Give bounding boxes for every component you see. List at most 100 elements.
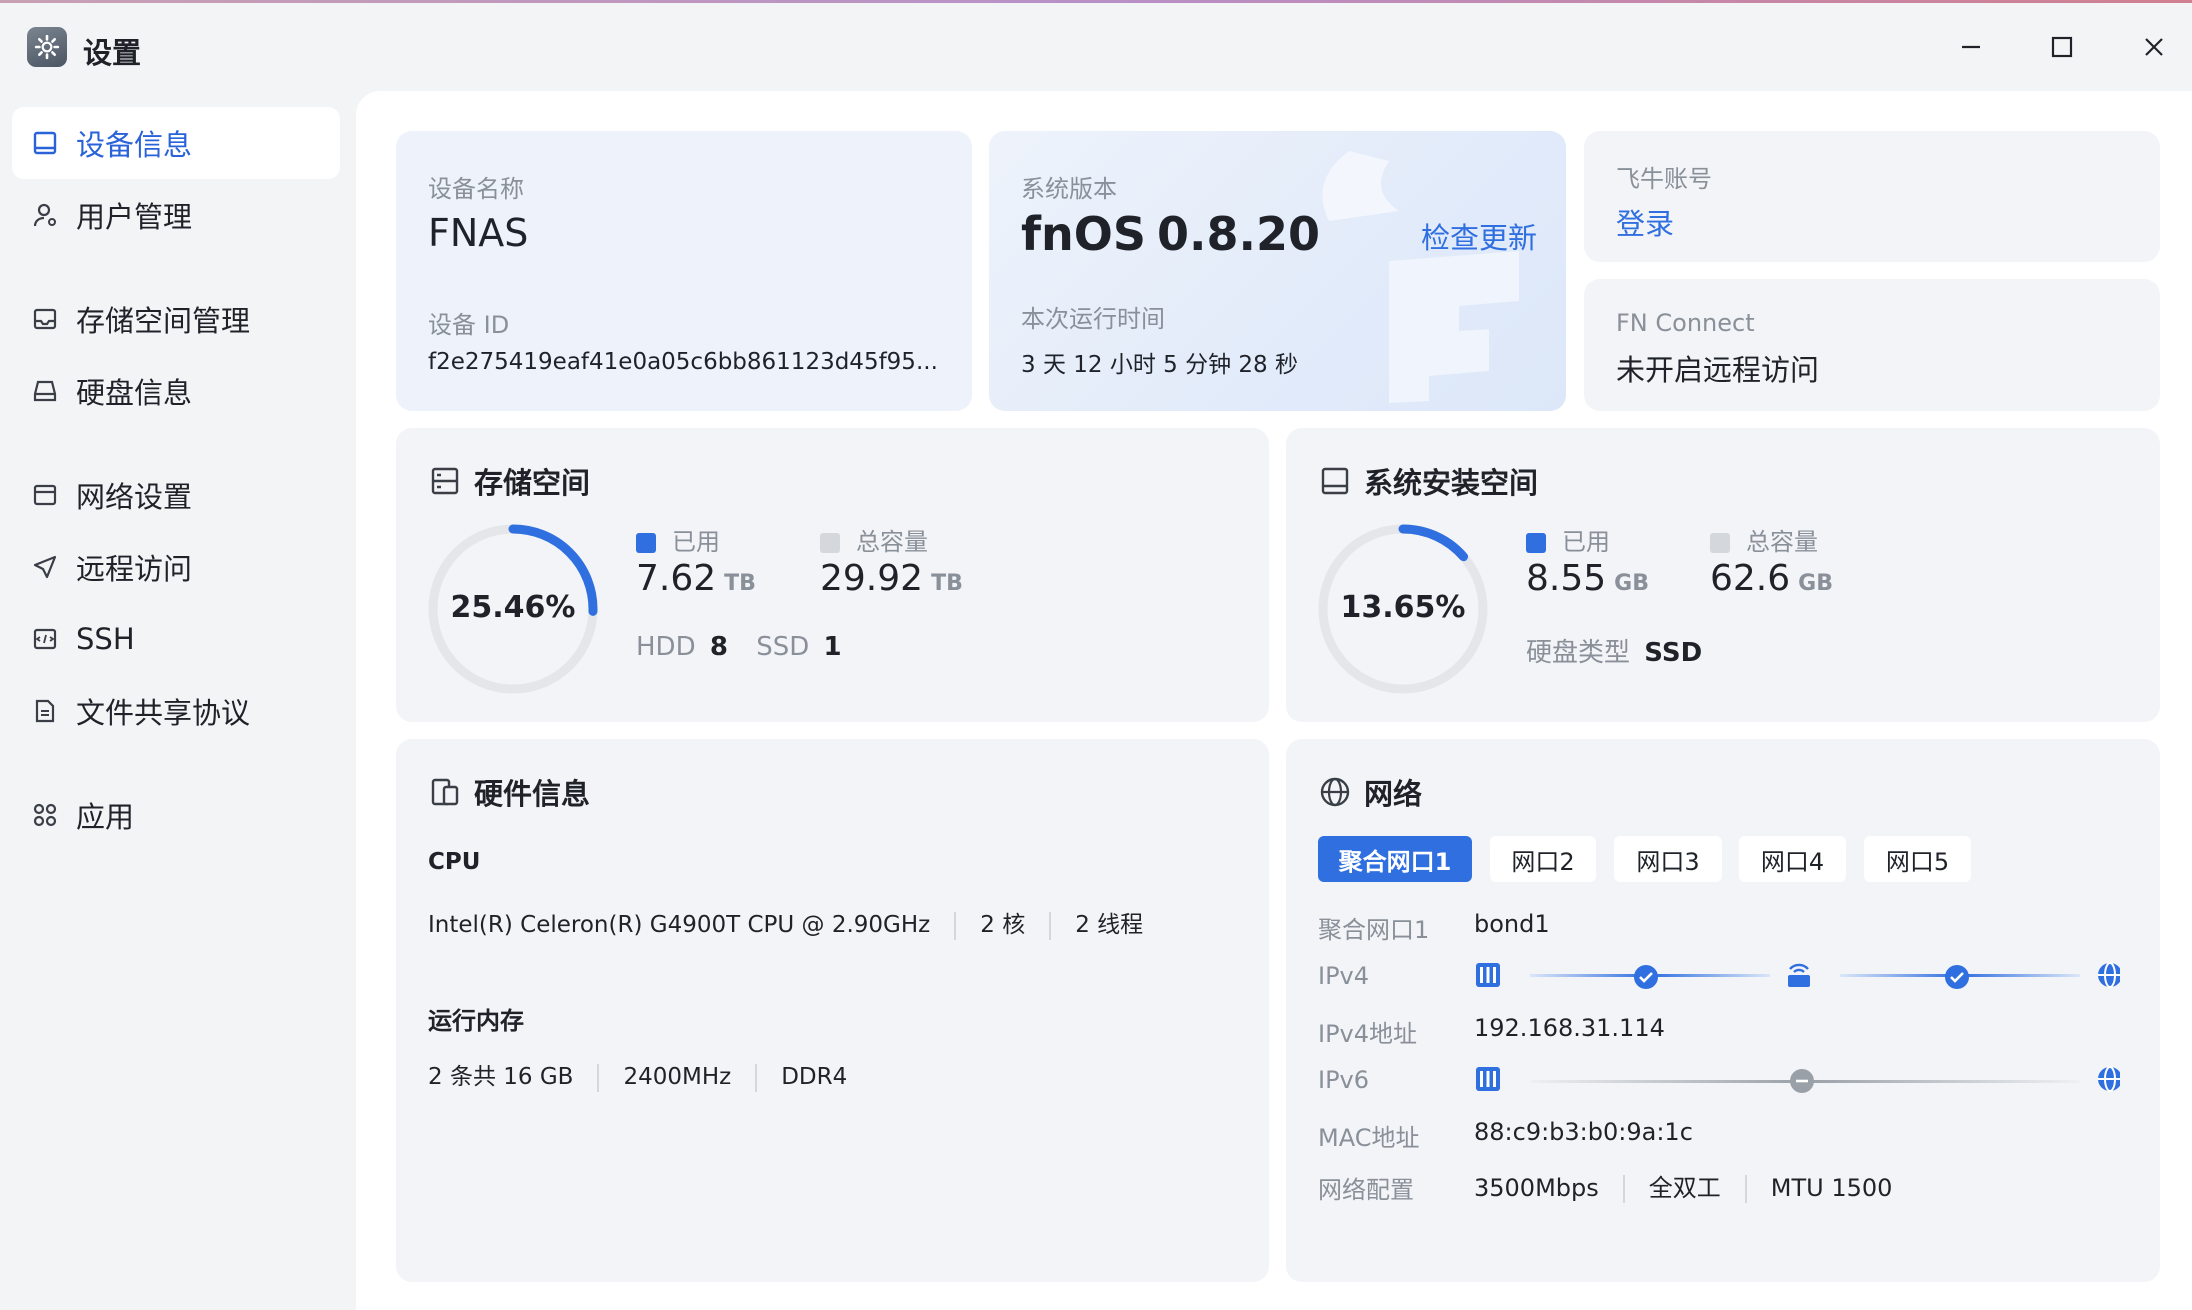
ipv4-address-value: 192.168.31.114 <box>1474 1014 1665 1042</box>
ipv4-label: IPv4 <box>1318 962 1370 990</box>
document-icon <box>30 696 60 726</box>
tab-port5[interactable]: 网口5 <box>1864 836 1971 882</box>
sysdisk-title: 系统安装空间 <box>1318 460 1538 502</box>
network-config-label: 网络配置 <box>1318 1176 1414 1204</box>
fn-connect-card: FN Connect 未开启远程访问 <box>1584 279 2160 411</box>
sidebar-item-ssh[interactable]: SSH <box>12 603 340 675</box>
devices-icon <box>428 775 462 809</box>
memory-label: 运行内存 <box>428 1007 524 1035</box>
hdd-count: 8 <box>709 632 728 662</box>
login-link[interactable]: 登录 <box>1616 201 1674 243</box>
disk-type: 硬盘类型 SSD <box>1526 632 1702 669</box>
legend-total-swatch <box>1710 533 1730 553</box>
cpu-label: CPU <box>428 849 481 875</box>
close-button[interactable] <box>2126 23 2182 71</box>
tab-port4[interactable]: 网口4 <box>1739 836 1846 882</box>
storage-title-text: 存储空间 <box>474 466 591 500</box>
used-unit: GB <box>1614 571 1649 596</box>
sidebar-item-label: 文件共享协议 <box>76 696 251 730</box>
storage-card: 存储空间 25.46% 已用 总容量 7.62 TB 29.92 TB HDD 8 … <box>396 428 1269 722</box>
storage-title: 存储空间 <box>428 460 590 502</box>
memory-speed: 2400MHz <box>623 1064 732 1090</box>
sysdisk-total-value: 62.6 GB <box>1710 558 1833 599</box>
divider <box>1622 1175 1625 1203</box>
ipv6-label: IPv6 <box>1318 1066 1370 1094</box>
disk-counts: HDD 8 SSD 1 <box>636 632 842 662</box>
sidebar-item-user-management[interactable]: 用户管理 <box>12 179 340 251</box>
uptime-label: 本次运行时间 <box>1021 305 1165 333</box>
disk-type-value: SSD <box>1644 638 1703 668</box>
sidebar-item-disk-info[interactable]: 硬盘信息 <box>12 355 340 427</box>
ipv4-status-path <box>1476 962 2120 989</box>
sidebar-item-label: 应用 <box>76 800 135 834</box>
check-update-link[interactable]: 检查更新 <box>1421 215 1537 257</box>
device-id: f2e275419eaf41e0a05c6bb861123d45f95... <box>428 349 938 375</box>
link-speed: 3500Mbps <box>1474 1174 1599 1202</box>
iface-value: bond1 <box>1474 910 1550 938</box>
iface-label: 聚合网口1 <box>1318 916 1430 944</box>
maximize-button[interactable] <box>2034 23 2090 71</box>
account-card: 飞牛账号 登录 <box>1584 131 2160 262</box>
ssd-label: SSD <box>756 632 810 662</box>
disk-type-label: 硬盘类型 <box>1526 638 1631 668</box>
legend-used-swatch <box>636 533 656 553</box>
sidebar-item-file-sharing[interactable]: 文件共享协议 <box>12 675 340 747</box>
memory-type: DDR4 <box>781 1064 848 1090</box>
router-icon <box>1788 963 1810 987</box>
sidebar-item-storage-management[interactable]: 存储空间管理 <box>12 283 340 355</box>
sidebar-item-label: 存储空间管理 <box>76 304 251 338</box>
nas-device-icon <box>1476 1067 1500 1091</box>
storage-used-value: 7.62 TB <box>636 558 756 599</box>
used-number: 7.62 <box>636 558 717 599</box>
maximize-icon <box>2051 36 2073 58</box>
tab-bond1[interactable]: 聚合网口1 <box>1318 836 1472 882</box>
memory-size: 2 条共 16 GB <box>428 1064 574 1090</box>
sysdisk-used-value: 8.55 GB <box>1526 558 1649 599</box>
fn-connect-status: 未开启远程访问 <box>1616 353 1820 387</box>
storage-used-legend: 已用 <box>636 522 720 557</box>
sidebar-item-remote-access[interactable]: 远程访问 <box>12 531 340 603</box>
total-unit: TB <box>931 571 963 596</box>
divider <box>1744 1175 1747 1203</box>
device-id-label: 设备 ID <box>428 311 510 339</box>
user-icon <box>30 200 60 230</box>
sidebar-item-network-settings[interactable]: 网络设置 <box>12 459 340 531</box>
minimize-icon <box>1962 45 1980 49</box>
disk-icon <box>30 376 60 406</box>
storage-percent: 25.46% <box>450 590 576 625</box>
total-number: 29.92 <box>820 558 924 599</box>
sidebar-item-apps[interactable]: 应用 <box>12 779 340 851</box>
legend-used-label: 已用 <box>1562 528 1610 556</box>
sidebar-item-label: SSH <box>76 622 135 656</box>
hardware-title: 硬件信息 <box>428 771 590 813</box>
total-number: 62.6 <box>1710 558 1791 599</box>
disconnected-icon <box>1790 1069 1814 1093</box>
internet-globe-icon <box>2098 962 2120 988</box>
terminal-icon <box>30 624 60 654</box>
uptime-value: 3 天 12 小时 5 分钟 28 秒 <box>1021 352 1298 378</box>
tab-port2[interactable]: 网口2 <box>1490 836 1596 882</box>
window-title: 设置 <box>83 36 142 70</box>
sysdisk-used-legend: 已用 <box>1526 522 1610 557</box>
ipv4-address-label: IPv4地址 <box>1318 1020 1418 1048</box>
fn-connect-label: FN Connect <box>1616 309 1755 337</box>
close-icon <box>2145 38 2163 56</box>
mac-label: MAC地址 <box>1318 1124 1420 1152</box>
sidebar-item-device-info[interactable]: 设备信息 <box>12 107 340 179</box>
sidebar-item-label: 远程访问 <box>76 552 193 586</box>
sidebar: 设备信息 用户管理 存储空间管理 硬盘信息 网络设置 远程访问 SSH 文件共享… <box>0 91 356 1310</box>
cpu-threads: 2 线程 <box>1075 912 1144 938</box>
sidebar-item-label: 网络设置 <box>76 480 193 514</box>
ipv6-status-path <box>1476 1066 2120 1093</box>
minimize-button[interactable] <box>1943 23 1999 71</box>
legend-total-label: 总容量 <box>1746 528 1818 556</box>
sidebar-item-label: 设备信息 <box>76 128 193 162</box>
mac-value: 88:c9:b3:b0:9a:1c <box>1474 1118 1693 1146</box>
system-disk-card: 系统安装空间 13.65% 已用 总容量 8.55 GB 62.6 GB 硬盘类型 … <box>1286 428 2160 722</box>
network-config-value: 3500Mbps 全双工 MTU 1500 <box>1474 1168 1892 1203</box>
network-title: 网络 <box>1318 771 1422 813</box>
total-unit: GB <box>1798 571 1833 596</box>
tab-port3[interactable]: 网口3 <box>1614 836 1722 882</box>
send-icon <box>30 552 60 582</box>
divider <box>597 1063 600 1092</box>
